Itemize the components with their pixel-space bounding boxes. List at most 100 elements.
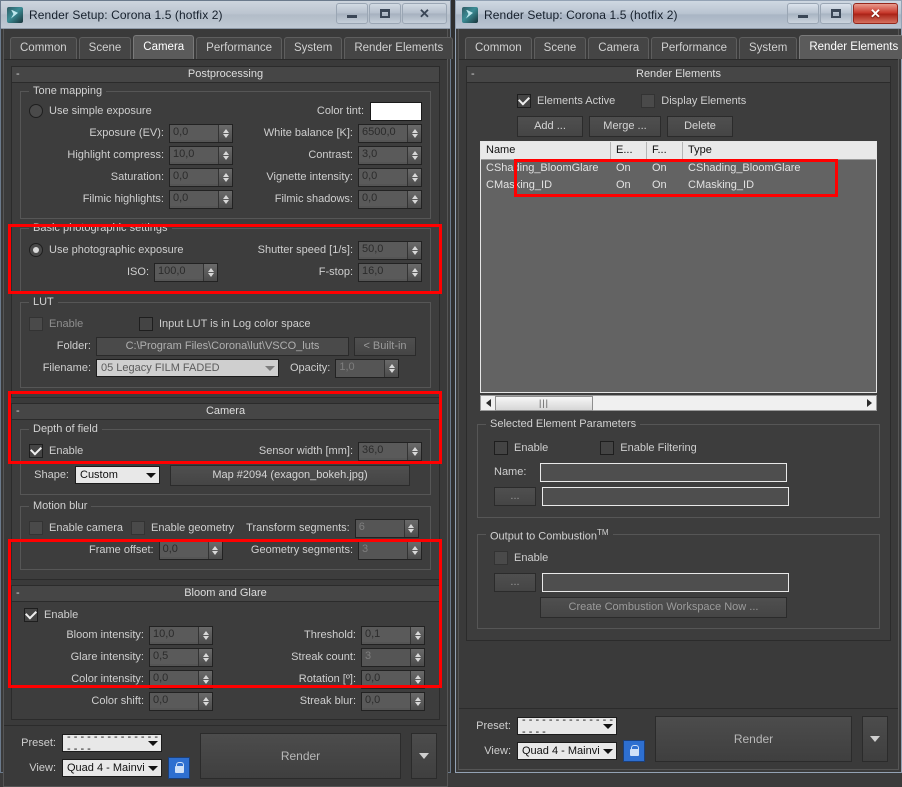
bloom-intensity-input[interactable] [150, 626, 198, 642]
elements-active-checkbox[interactable]: Elements Active [517, 94, 615, 108]
combustion-path-input[interactable] [542, 572, 789, 592]
input-lut-log-checkbox[interactable]: Input LUT is in Log color space [139, 317, 310, 331]
column-header-type[interactable]: Type [683, 142, 876, 159]
render-button[interactable]: Render [200, 733, 401, 779]
lut-opacity-input[interactable] [336, 359, 385, 375]
tab-camera[interactable]: Camera [588, 37, 650, 59]
title-bar-right[interactable]: Render Setup: Corona 1.5 (hotfix 2) ✕ [456, 1, 901, 29]
spinner-arrows-icon[interactable] [407, 190, 421, 208]
sensor-width-spinner[interactable] [358, 441, 422, 461]
tab-system[interactable]: System [739, 37, 798, 59]
sel-browse-button[interactable]: ... [494, 486, 536, 506]
spinner-arrows-icon[interactable] [218, 190, 232, 208]
iso-spinner[interactable] [154, 262, 219, 282]
spinner-arrows-icon[interactable] [410, 692, 424, 710]
bloom-enable-checkbox[interactable]: Enable [24, 606, 431, 624]
sel-enable-filtering-checkbox[interactable]: Enable Filtering [600, 441, 697, 455]
white-balance-spinner[interactable] [358, 123, 422, 143]
transform-segments-spinner[interactable] [354, 518, 419, 538]
color-intensity-spinner[interactable] [149, 669, 213, 689]
tab-render-elements[interactable]: Render Elements [344, 37, 454, 59]
scrollbar-thumb[interactable]: ||| [495, 395, 593, 411]
tab-system[interactable]: System [284, 37, 343, 59]
spinner-arrows-icon[interactable] [407, 442, 421, 460]
spinner-arrows-icon[interactable] [198, 626, 212, 644]
filmic-highlights-input[interactable] [170, 190, 218, 206]
sel-name-input[interactable] [540, 462, 787, 482]
table-row[interactable]: CShading_BloomGlare On On CShading_Bloom… [481, 160, 876, 177]
streak-count-spinner[interactable] [361, 647, 425, 667]
checkbox-icon[interactable] [494, 551, 508, 565]
checkbox-icon[interactable] [139, 317, 153, 331]
close-button[interactable]: ✕ [853, 3, 898, 24]
tab-camera[interactable]: Camera [133, 35, 195, 59]
checkbox-icon[interactable] [600, 441, 615, 455]
streak-blur-input[interactable] [362, 692, 410, 708]
chevron-down-icon[interactable] [265, 366, 275, 371]
color-tint-swatch[interactable] [370, 101, 422, 121]
exposure-ev-spinner[interactable] [169, 123, 233, 143]
column-header-filter[interactable]: F... [647, 142, 683, 159]
spinner-arrows-icon[interactable] [218, 168, 232, 186]
checkbox-icon[interactable] [641, 94, 656, 108]
transform-segments-input[interactable] [355, 519, 404, 535]
spinner-arrows-icon[interactable] [410, 626, 424, 644]
filmic-shadows-input[interactable] [359, 190, 407, 206]
fstop-spinner[interactable] [358, 262, 422, 282]
geometry-segments-input[interactable] [359, 541, 407, 557]
lut-builtin-button[interactable]: < Built-in [354, 336, 416, 356]
spinner-arrows-icon[interactable] [218, 146, 232, 164]
chevron-down-icon[interactable] [603, 723, 613, 729]
spinner-arrows-icon[interactable] [407, 263, 421, 281]
filmic-highlights-spinner[interactable] [169, 189, 233, 209]
filmic-shadows-spinner[interactable] [358, 189, 422, 209]
display-elements-checkbox[interactable]: Display Elements [641, 94, 746, 108]
saturation-input[interactable] [170, 168, 218, 184]
checkbox-icon[interactable] [29, 444, 43, 458]
chevron-down-icon[interactable] [146, 473, 156, 478]
dof-enable-checkbox[interactable]: Enable [29, 444, 83, 458]
view-dropdown[interactable]: Quad 4 - Mainvi [517, 741, 617, 760]
chevron-down-icon[interactable] [603, 748, 613, 754]
chevron-down-icon[interactable] [148, 740, 158, 746]
geometry-segments-spinner[interactable] [358, 540, 422, 560]
lut-filename-dropdown[interactable]: 05 Legacy FILM FADED [96, 359, 279, 377]
preset-dropdown[interactable]: - - - - - - - - - - - - - - - - - - [517, 714, 617, 738]
spinner-arrows-icon[interactable] [407, 146, 421, 164]
radio-icon[interactable] [29, 104, 43, 118]
sensor-width-input[interactable] [359, 442, 407, 458]
streak-blur-spinner[interactable] [361, 691, 425, 711]
column-header-enabled[interactable]: E... [611, 142, 647, 159]
shutter-speed-input[interactable] [359, 241, 407, 257]
mb-enable-geometry-checkbox[interactable]: Enable geometry [131, 521, 234, 535]
color-shift-spinner[interactable] [149, 691, 213, 711]
tab-performance[interactable]: Performance [196, 37, 283, 59]
streak-count-input[interactable] [362, 648, 410, 664]
checkbox-icon[interactable] [24, 608, 38, 622]
delete-element-button[interactable]: Delete [667, 115, 733, 137]
view-dropdown[interactable]: Quad 4 - Mainvi [62, 758, 162, 777]
render-dropdown-button[interactable] [411, 733, 437, 779]
lut-opacity-spinner[interactable] [335, 358, 400, 378]
scroll-left-button[interactable] [481, 396, 495, 410]
close-button[interactable]: ✕ [402, 3, 447, 24]
frame-offset-input[interactable] [159, 541, 208, 557]
rotation-input[interactable] [362, 670, 410, 686]
tab-performance[interactable]: Performance [651, 37, 738, 59]
horizontal-scrollbar[interactable]: ||| [480, 395, 877, 411]
collapse-icon[interactable]: - [16, 67, 20, 82]
iso-input[interactable] [155, 263, 204, 279]
spinner-arrows-icon[interactable] [410, 670, 424, 688]
threshold-input[interactable] [362, 626, 410, 642]
render-elements-listbox[interactable]: Name E... F... Type CShading_BloomGlare … [480, 141, 877, 393]
chevron-down-icon[interactable] [148, 765, 158, 771]
lock-view-button[interactable] [168, 756, 190, 779]
tab-scene[interactable]: Scene [78, 37, 132, 59]
spinner-arrows-icon[interactable] [407, 168, 421, 186]
tab-common[interactable]: Common [465, 37, 532, 59]
lut-folder-value[interactable]: C:\Program Files\Corona\lut\VSCO_luts [96, 336, 349, 356]
maximize-button[interactable] [369, 3, 401, 24]
color-intensity-input[interactable] [150, 670, 198, 686]
dof-map-button[interactable]: Map #2094 (exagon_bokeh.jpg) [170, 464, 410, 486]
checkbox-icon[interactable] [29, 317, 43, 331]
